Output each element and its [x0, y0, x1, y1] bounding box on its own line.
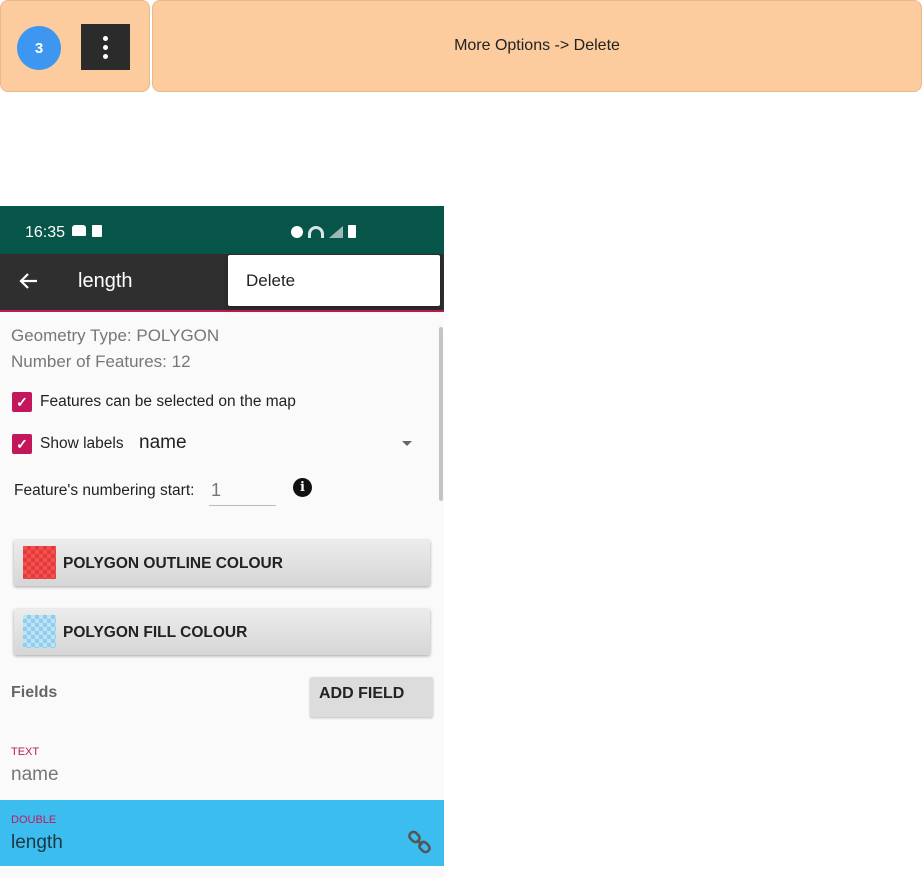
scrollbar[interactable] [439, 327, 443, 501]
show-labels-checkbox[interactable]: ✓ [12, 434, 32, 454]
car-icon [72, 225, 86, 236]
geometry-type-text: Geometry Type: POLYGON [11, 326, 220, 345]
info-icon[interactable]: i [293, 478, 312, 497]
arrow-back-icon [19, 273, 37, 289]
page-title: length [78, 270, 133, 292]
dropdown-arrow-icon[interactable] [402, 441, 412, 446]
field-name: length [11, 832, 63, 853]
show-labels-option[interactable]: ✓ Show labels [12, 434, 124, 454]
show-labels-label: Show labels [40, 435, 124, 452]
back-button[interactable] [14, 266, 44, 296]
fill-colour-label: POLYGON FILL COLOUR [63, 624, 248, 641]
field-name: name [11, 764, 59, 785]
selectable-label: Features can be selected on the map [40, 393, 296, 410]
fill-colour-swatch [23, 615, 56, 648]
status-time: 16:35 [25, 224, 66, 241]
sd-card-icon [92, 225, 102, 237]
selectable-option[interactable]: ✓ Features can be selected on the map [12, 392, 296, 412]
status-bar: 16:35 [0, 206, 444, 254]
step-indicator: 3 [0, 0, 150, 92]
instruction-banner: 3 More Options -> Delete [0, 0, 923, 93]
alarm-icon [291, 226, 303, 238]
overflow-menu: Delete [228, 255, 440, 306]
field-type: TEXT [11, 746, 40, 758]
numbering-start-input[interactable] [209, 476, 276, 506]
link-icon[interactable] [407, 829, 433, 855]
phone-screen: 16:35 length Delete Geometry Type: POLYG… [0, 206, 444, 878]
battery-icon [348, 225, 356, 238]
outline-colour-swatch [23, 546, 56, 579]
signal-icon [329, 226, 343, 238]
fields-heading: Fields [11, 684, 58, 701]
numbering-start-label: Feature's numbering start: [14, 482, 195, 499]
instruction-text: More Options -> Delete [152, 0, 922, 92]
feature-count-text: Number of Features: 12 [11, 352, 191, 371]
more-vert-icon [81, 24, 130, 70]
step-number-badge: 3 [17, 26, 61, 70]
selectable-checkbox[interactable]: ✓ [12, 392, 32, 412]
outline-colour-label: POLYGON OUTLINE COLOUR [63, 555, 283, 572]
outline-colour-button[interactable]: POLYGON OUTLINE COLOUR [14, 540, 430, 586]
fill-colour-button[interactable]: POLYGON FILL COLOUR [14, 609, 430, 655]
menu-item-delete[interactable]: Delete [246, 271, 295, 291]
field-type: DOUBLE [11, 814, 57, 826]
label-field-select[interactable]: name [139, 432, 187, 454]
field-row-length[interactable]: DOUBLE length [0, 800, 444, 866]
add-field-button[interactable]: ADD FIELD [310, 677, 433, 717]
toolbar-divider [0, 310, 444, 312]
wifi-icon [308, 226, 324, 238]
